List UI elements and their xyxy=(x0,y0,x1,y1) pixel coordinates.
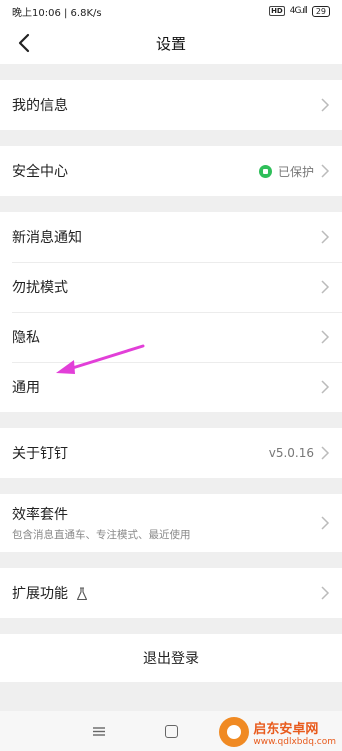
row-label: 勿扰模式 xyxy=(12,280,68,296)
group-general-settings: 新消息通知 勿扰模式 隐私 通用 xyxy=(0,212,342,412)
group-security: 安全中心 已保护 xyxy=(0,146,342,196)
chevron-right-icon xyxy=(321,446,330,460)
chevron-right-icon xyxy=(321,586,330,600)
group-extensions: 扩展功能 xyxy=(0,568,342,618)
row-privacy[interactable]: 隐私 xyxy=(0,312,342,362)
row-security-center[interactable]: 安全中心 已保护 xyxy=(0,146,342,196)
watermark-title: 启东安卓网 xyxy=(253,721,319,737)
row-label: 通用 xyxy=(12,380,40,396)
group-efficiency: 效率套件 包含消息直通车、专注模式、最近使用 xyxy=(0,494,342,552)
row-label: 隐私 xyxy=(12,330,40,346)
version-label: v5.0.16 xyxy=(268,446,314,460)
page-title: 设置 xyxy=(155,34,186,53)
row-label: 新消息通知 xyxy=(12,230,82,246)
row-about-dingtalk[interactable]: 关于钉钉 v5.0.16 xyxy=(0,428,342,478)
shield-check-icon xyxy=(258,164,272,178)
battery-icon: 29 xyxy=(311,5,330,17)
row-my-info[interactable]: 我的信息 xyxy=(0,80,342,130)
status-icons: HD 4G.ıll 29 xyxy=(269,5,330,17)
chevron-right-icon xyxy=(321,380,330,394)
row-subtitle: 包含消息直通车、专注模式、最近使用 xyxy=(12,529,191,541)
security-status: 已保护 xyxy=(277,164,314,179)
group-about: 关于钉钉 v5.0.16 xyxy=(0,428,342,478)
logout-button[interactable]: 退出登录 xyxy=(0,634,342,682)
row-general[interactable]: 通用 xyxy=(0,362,342,412)
flask-icon xyxy=(77,587,88,601)
group-my-info: 我的信息 xyxy=(0,80,342,130)
chevron-right-icon xyxy=(321,280,330,294)
status-bar: 晚上10:06 | 6.8K/s HD 4G.ıll 29 xyxy=(0,0,342,22)
back-chevron-icon[interactable] xyxy=(14,32,36,54)
signal-icon: 4G.ıll xyxy=(289,6,308,16)
chevron-right-icon xyxy=(321,516,330,530)
row-label: 效率套件 xyxy=(12,507,68,523)
status-time: 晚上10:06 | 6.8K/s xyxy=(12,7,102,19)
chevron-right-icon xyxy=(321,330,330,344)
row-label: 我的信息 xyxy=(12,98,68,114)
hd-icon: HD xyxy=(269,6,285,16)
chevron-right-icon xyxy=(321,164,330,178)
chevron-right-icon xyxy=(321,98,330,112)
home-icon[interactable] xyxy=(164,724,178,738)
watermark-logo-icon xyxy=(219,717,250,747)
row-label: 扩展功能 xyxy=(12,586,68,602)
chevron-right-icon xyxy=(321,230,330,244)
watermark: 启东安卓网 www.qdlxbdq.com xyxy=(219,717,336,747)
row-extensions[interactable]: 扩展功能 xyxy=(0,568,342,618)
watermark-url: www.qdlxbdq.com xyxy=(253,736,336,747)
row-do-not-disturb[interactable]: 勿扰模式 xyxy=(0,262,342,312)
logout-label: 退出登录 xyxy=(143,651,199,667)
nav-bar: 设置 xyxy=(0,22,342,64)
row-label: 关于钉钉 xyxy=(12,446,68,462)
row-notifications[interactable]: 新消息通知 xyxy=(0,212,342,262)
row-efficiency-suite[interactable]: 效率套件 包含消息直通车、专注模式、最近使用 xyxy=(0,494,342,552)
row-label: 安全中心 xyxy=(12,164,68,180)
menu-icon[interactable] xyxy=(92,726,105,736)
